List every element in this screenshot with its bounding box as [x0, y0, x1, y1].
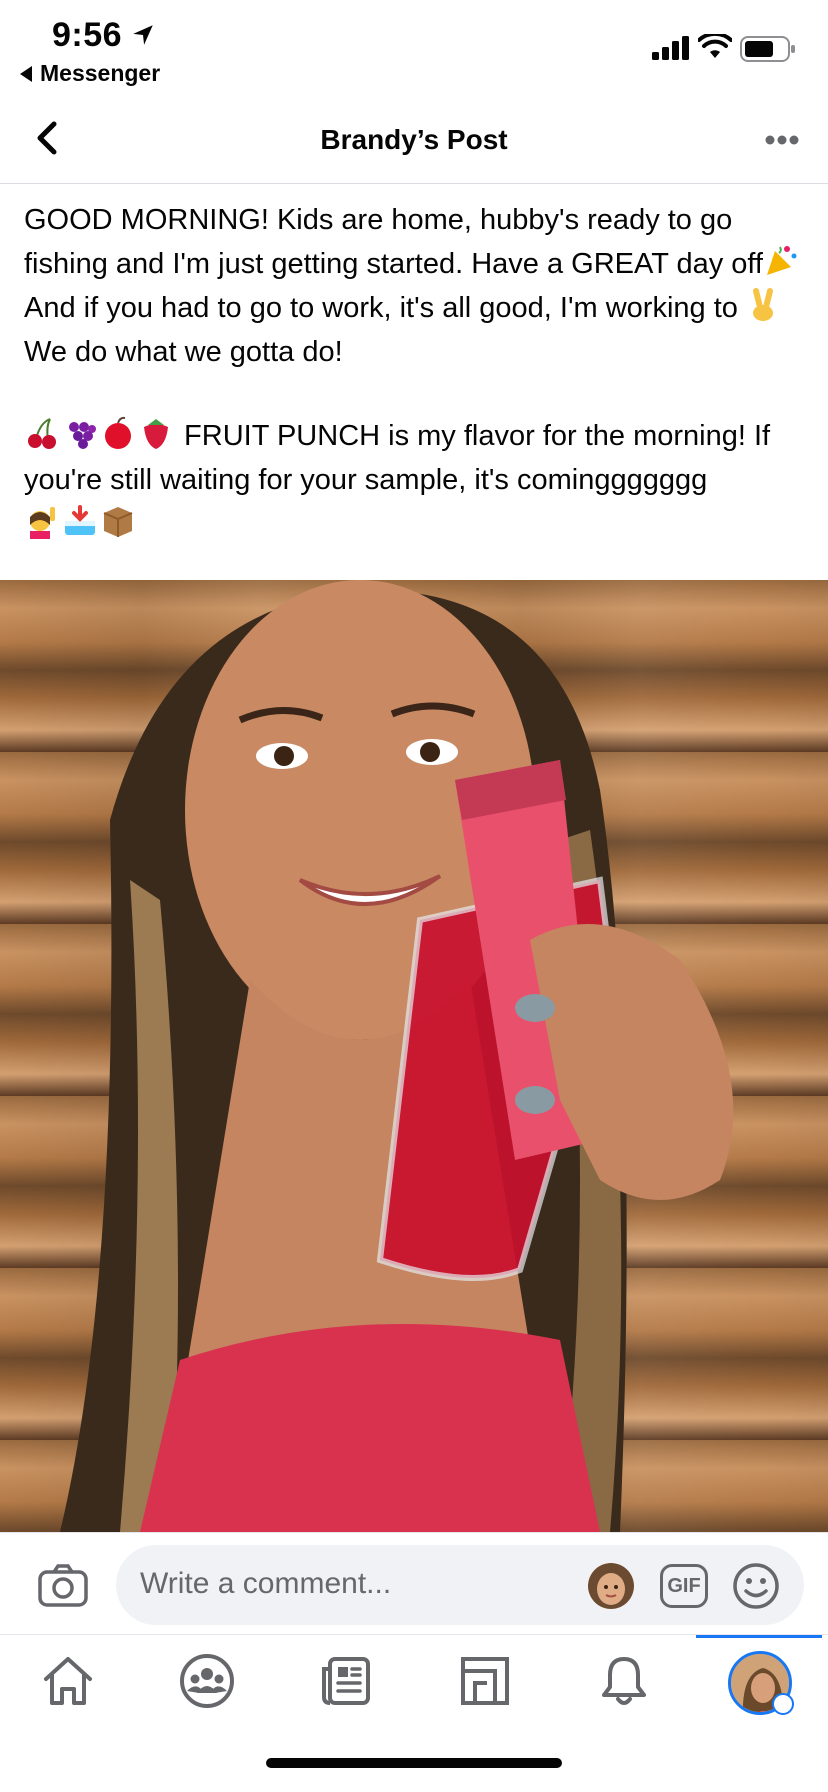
gif-button[interactable]: GIF [660, 1564, 708, 1608]
battery-icon [740, 36, 795, 62]
party-popper-icon [766, 246, 797, 275]
grapes-icon [69, 422, 96, 449]
page-title: Brandy’s Post [320, 124, 508, 155]
nav-bar: Brandy’s Post [0, 96, 828, 184]
groups-icon[interactable] [177, 1651, 237, 1711]
home-indicator [266, 1758, 562, 1768]
post-paragraph-2: FRUIT PUNCH is my flavor for the morning… [24, 414, 814, 546]
active-tab-indicator [696, 1635, 822, 1638]
cherries-icon [28, 418, 56, 449]
raising-hand-icon [30, 507, 55, 539]
location-arrow-icon [133, 25, 153, 45]
status-bar: 9:56 Messenger [0, 0, 828, 96]
emoji-icon[interactable] [732, 1562, 780, 1610]
avatar-face-icon [588, 1563, 634, 1609]
back-to-messenger[interactable]: Messenger [20, 60, 160, 87]
comment-placeholder: Write a comment... [140, 1567, 392, 1600]
post-paragraph-1: GOOD MORNING! Kids are home, hubby's rea… [24, 198, 814, 374]
wifi-icon [698, 34, 732, 58]
back-app-label: Messenger [40, 60, 161, 86]
package-icon [103, 507, 133, 537]
tab-bar [0, 1634, 828, 1792]
bell-icon[interactable] [594, 1651, 654, 1711]
inbox-tray-icon [65, 505, 95, 535]
gif-label: GIF [667, 1574, 701, 1597]
victory-hand-icon [752, 288, 773, 321]
photo-illustration [60, 580, 734, 1532]
more-options-icon[interactable] [764, 134, 800, 146]
apple-icon [105, 416, 131, 449]
home-icon[interactable] [38, 1651, 98, 1711]
marketplace-icon[interactable] [455, 1651, 515, 1711]
comment-input[interactable]: Write a comment... GIF [116, 1545, 804, 1625]
status-time: 9:56 [52, 16, 123, 54]
comment-bar: Write a comment... GIF [0, 1532, 828, 1634]
avatar-sticker-icon[interactable] [588, 1563, 634, 1609]
camera-icon[interactable] [38, 1563, 88, 1607]
strawberry-icon [144, 419, 168, 449]
post-text: GOOD MORNING! Kids are home, hubby's rea… [24, 198, 814, 546]
screen: 9:56 Messenger Brandy’s Post GOOD MORNIN… [0, 0, 828, 1792]
menu-badge-icon [772, 1693, 794, 1715]
back-triangle-icon [20, 65, 32, 82]
news-icon[interactable] [316, 1651, 376, 1711]
post-photo[interactable] [0, 580, 828, 1532]
cellular-signal-icon [652, 36, 689, 60]
post-text-line1: GOOD MORNING! Kids are home, hubby's rea… [24, 204, 763, 280]
